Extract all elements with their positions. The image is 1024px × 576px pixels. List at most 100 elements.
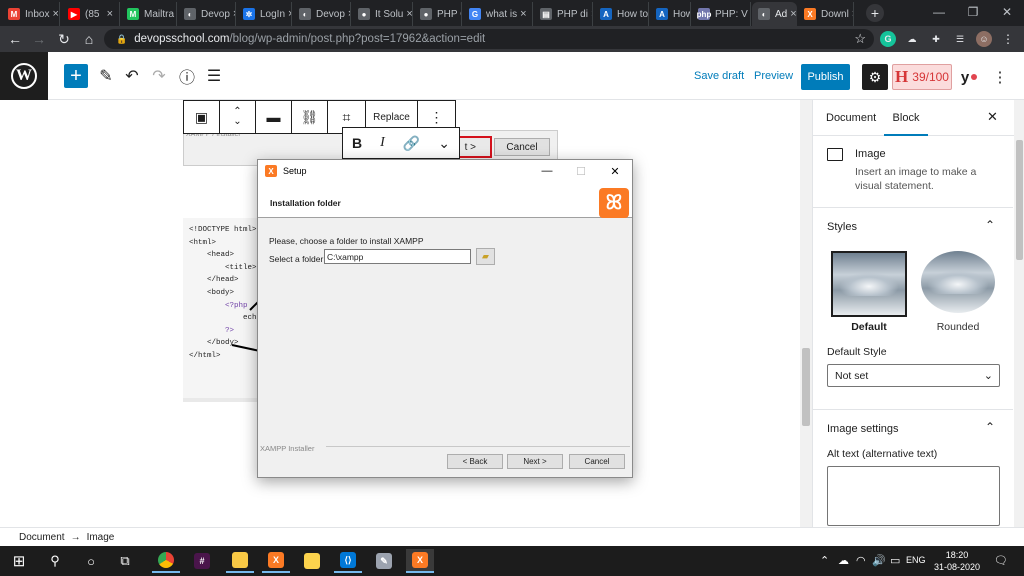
browser-tab[interactable]: Gwhat is × bbox=[463, 2, 533, 26]
tab-close-icon[interactable]: × bbox=[104, 8, 113, 20]
slack-app-icon[interactable]: # bbox=[188, 549, 216, 573]
italic-button[interactable]: I bbox=[380, 135, 385, 151]
reading-list-icon[interactable]: ☰ bbox=[952, 31, 968, 47]
grammarly-extension-icon[interactable]: G bbox=[880, 31, 896, 47]
xampp-app-icon[interactable]: X bbox=[262, 549, 290, 573]
close-window-button[interactable]: ✕ bbox=[990, 0, 1024, 24]
volume-icon[interactable]: 🔊 bbox=[872, 554, 886, 567]
maximize-window-button[interactable]: ❐ bbox=[956, 0, 990, 24]
back-button[interactable]: < Back bbox=[447, 454, 503, 469]
file-explorer-app-icon[interactable] bbox=[226, 549, 254, 573]
notifications-icon[interactable]: 🗨 bbox=[994, 554, 1008, 567]
language-indicator[interactable]: ENG bbox=[906, 555, 926, 565]
undo-icon[interactable]: ↶ bbox=[122, 66, 142, 86]
browser-tab[interactable]: M Inbox × bbox=[2, 2, 60, 26]
browser-tab[interactable]: X Downl× bbox=[798, 2, 854, 26]
move-up-down-icon[interactable]: ⌃ ⌄ bbox=[220, 101, 256, 133]
breadcrumb-image[interactable]: Image bbox=[87, 532, 115, 543]
tab-close-icon[interactable]: × bbox=[403, 8, 412, 20]
browser-tab[interactable]: ✲ LogIn× bbox=[237, 2, 292, 26]
browser-tab[interactable]: phpPHP: V× bbox=[692, 2, 751, 26]
redo-icon[interactable]: ↷ bbox=[149, 66, 169, 86]
more-formats-chevron-icon[interactable]: ⌄ bbox=[438, 135, 450, 152]
tab-close-icon[interactable]: × bbox=[517, 8, 526, 20]
more-options-icon[interactable]: ⋮ bbox=[992, 66, 1008, 88]
tab-block[interactable]: Block bbox=[884, 100, 928, 136]
bookmark-star-icon[interactable]: ☆ bbox=[854, 31, 866, 47]
browser-tab[interactable]: ◐ Devop× bbox=[178, 2, 236, 26]
minimize-window-button[interactable]: — bbox=[922, 0, 956, 24]
dialog-close-button[interactable]: ✕ bbox=[598, 160, 632, 182]
cortana-icon[interactable]: ○ bbox=[80, 550, 102, 572]
cancel-button[interactable]: Cancel bbox=[569, 454, 625, 469]
task-view-icon[interactable]: ⧉ bbox=[114, 550, 136, 572]
home-icon[interactable]: ⌂ bbox=[80, 30, 98, 48]
styles-heading[interactable]: Styles bbox=[827, 221, 857, 233]
preview-button[interactable]: Preview bbox=[754, 70, 793, 82]
chrome-app-icon[interactable] bbox=[152, 549, 180, 573]
browser-tab[interactable]: A How to× bbox=[594, 2, 649, 26]
reload-icon[interactable]: ↻ bbox=[55, 30, 73, 48]
address-bar[interactable]: 🔒 devopsschool.com/blog/wp-admin/post.ph… bbox=[104, 29, 874, 49]
browser-tab[interactable]: ▶ (85 × bbox=[62, 2, 120, 26]
dialog-minimize-button[interactable]: — bbox=[530, 160, 564, 182]
scrollbar-thumb[interactable] bbox=[802, 348, 810, 426]
tab-close-icon[interactable]: × bbox=[748, 8, 750, 20]
browser-tab[interactable]: M Mailtra× bbox=[121, 2, 177, 26]
back-arrow-icon[interactable]: ← bbox=[6, 30, 24, 48]
yoast-icon[interactable]: y bbox=[956, 66, 982, 88]
image-settings-heading[interactable]: Image settings bbox=[827, 423, 899, 435]
publish-button[interactable]: Publish bbox=[801, 64, 850, 90]
sidebar-scrollbar-thumb[interactable] bbox=[1016, 140, 1023, 260]
windows-start-icon[interactable]: ⊞ bbox=[8, 550, 30, 572]
tab-close-icon[interactable]: × bbox=[849, 8, 853, 20]
wordpress-logo-icon[interactable]: W bbox=[0, 52, 48, 100]
chevron-up-icon[interactable]: ⌃ bbox=[985, 218, 995, 232]
link-icon[interactable]: ⛓ bbox=[292, 101, 328, 133]
tab-close-icon[interactable]: × bbox=[588, 8, 592, 20]
bold-button[interactable]: B bbox=[352, 135, 362, 151]
tab-close-icon[interactable]: × bbox=[49, 8, 58, 20]
editor-scrollbar[interactable] bbox=[800, 100, 812, 527]
close-sidebar-icon[interactable]: ✕ bbox=[987, 109, 998, 125]
browse-folder-icon[interactable]: ▰ bbox=[476, 248, 495, 265]
forward-arrow-icon[interactable]: → bbox=[30, 30, 48, 48]
extensions-puzzle-icon[interactable]: ✚ bbox=[928, 31, 944, 47]
paint-app-icon[interactable]: ✎ bbox=[370, 549, 398, 573]
seo-score-badge[interactable]: H 39/100 bbox=[892, 64, 952, 90]
tab-close-icon[interactable]: × bbox=[345, 8, 350, 20]
sticky-notes-app-icon[interactable] bbox=[298, 549, 326, 573]
battery-icon[interactable]: ▭ bbox=[890, 554, 900, 567]
tab-close-icon[interactable]: × bbox=[174, 8, 176, 20]
sidebar-scrollbar[interactable] bbox=[1014, 100, 1024, 527]
browser-tab[interactable]: ◐ Devop× bbox=[293, 2, 351, 26]
vscode-app-icon[interactable]: ⟨⟩ bbox=[334, 549, 362, 573]
network-icon[interactable]: ☁ bbox=[838, 554, 849, 567]
wifi-icon[interactable]: ◠ bbox=[856, 554, 866, 567]
tools-pencil-icon[interactable]: ✎ bbox=[96, 66, 116, 86]
alt-text-textarea[interactable] bbox=[827, 466, 1000, 526]
style-default-preview[interactable] bbox=[831, 251, 907, 317]
info-icon[interactable]: ⓘ bbox=[177, 66, 197, 87]
chevron-up-icon[interactable]: ⌃ bbox=[985, 420, 995, 434]
browser-tab[interactable]: ● It Solu × bbox=[352, 2, 413, 26]
block-navigation-icon[interactable]: ☰ bbox=[204, 66, 224, 86]
tab-close-icon[interactable]: × bbox=[648, 8, 649, 20]
settings-gear-icon[interactable]: ⚙ bbox=[862, 64, 888, 90]
save-draft-button[interactable]: Save draft bbox=[694, 70, 744, 82]
folder-input[interactable]: C:\xampp bbox=[324, 249, 471, 264]
xampp-installer-app-icon[interactable]: X bbox=[406, 549, 434, 573]
default-style-select[interactable]: Not set ⌄ bbox=[827, 364, 1000, 387]
browser-tab[interactable]: ●PHP C× bbox=[414, 2, 462, 26]
chrome-menu-icon[interactable]: ⋮ bbox=[1000, 31, 1016, 47]
add-block-button[interactable]: + bbox=[64, 64, 88, 88]
change-block-image-icon[interactable]: ▣ bbox=[184, 101, 220, 133]
tab-close-icon[interactable]: × bbox=[787, 8, 796, 20]
browser-tab[interactable]: ◐ Ad × bbox=[752, 2, 797, 26]
tray-chevron-icon[interactable]: ⌃ bbox=[820, 554, 829, 567]
breadcrumb-document[interactable]: Document bbox=[19, 532, 65, 543]
next-button[interactable]: Next > bbox=[507, 454, 563, 469]
align-icon[interactable]: ▬ bbox=[256, 101, 292, 133]
profile-avatar[interactable]: ☺ bbox=[976, 31, 992, 47]
search-icon[interactable]: ⚲ bbox=[44, 550, 66, 572]
